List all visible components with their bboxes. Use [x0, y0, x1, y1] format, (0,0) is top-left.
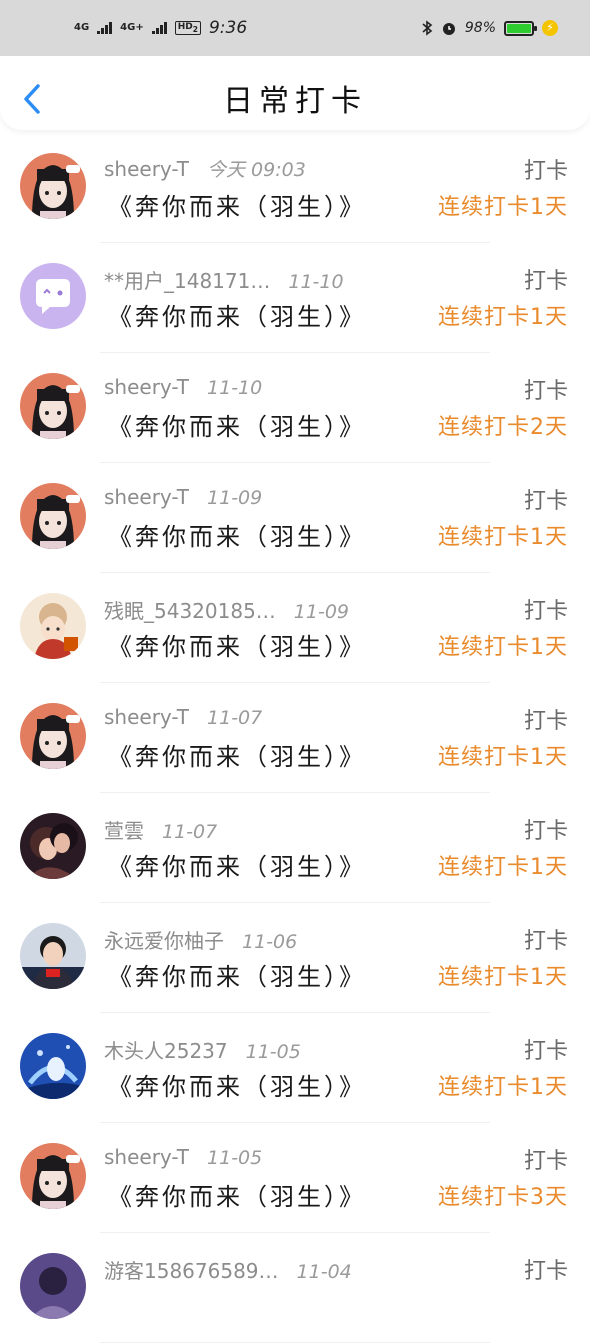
avatar[interactable] — [20, 1253, 86, 1319]
streak-label: 连续打卡1天 — [438, 305, 568, 330]
user-meta: sheery-T 11-09 — [104, 485, 262, 509]
signal-label-1: 4G — [74, 22, 90, 33]
checkin-type: 打卡 — [523, 159, 568, 184]
alarm-icon — [442, 23, 455, 35]
username[interactable]: sheery-T — [104, 485, 189, 509]
bluetooth-icon — [422, 20, 433, 36]
user-meta: sheery-T 11-07 — [104, 705, 262, 729]
checkin-date: 11-09 — [293, 601, 350, 623]
avatar[interactable] — [20, 923, 86, 989]
streak-label: 连续打卡1天 — [438, 745, 568, 770]
page-title: 日常打卡 — [223, 84, 367, 119]
checkin-date: 11-07 — [207, 707, 263, 729]
battery-icon — [504, 20, 537, 36]
streak-label: 连续打卡2天 — [438, 415, 568, 440]
user-meta: sheery-T 今天 09:03 — [104, 155, 306, 182]
checkin-row[interactable]: sheery-T 11-09 《奔你而来（羽生）》 打卡连续打卡1天 — [0, 463, 590, 573]
checkin-date: 11-07 — [162, 821, 218, 843]
song-title[interactable]: 《奔你而来（羽生）》 — [108, 627, 366, 662]
username[interactable]: 萱雲 — [104, 819, 144, 843]
checkin-row[interactable]: **用户_148171… 11-10 《奔你而来（羽生）》 打卡连续打卡1天 — [0, 243, 590, 353]
song-title[interactable]: 《奔你而来（羽生）》 — [108, 187, 366, 222]
song-title[interactable]: 《奔你而来（羽生）》 — [108, 517, 366, 552]
song-title[interactable]: 《奔你而来（羽生）》 — [108, 957, 366, 992]
checkin-type: 打卡 — [523, 1259, 568, 1284]
battery-percent: 98% — [464, 20, 496, 36]
streak-label: 连续打卡1天 — [438, 855, 568, 880]
signal-bars-icon — [151, 22, 167, 34]
checkin-row[interactable]: 游客158676589… 11-04 打卡 — [0, 1233, 590, 1343]
user-meta: 木头人25237 11-05 — [104, 1035, 301, 1064]
checkin-row[interactable]: sheery-T 今天 09:03 《奔你而来（羽生）》 打卡连续打卡1天 — [0, 133, 590, 243]
user-meta: 永远爱你柚子 11-06 — [104, 925, 297, 954]
username[interactable]: 木头人25237 — [104, 1039, 228, 1063]
song-title[interactable]: 《奔你而来（羽生）》 — [108, 737, 366, 772]
username[interactable]: 游客158676589… — [104, 1259, 279, 1283]
checkin-type: 打卡 — [523, 489, 568, 514]
username[interactable]: sheery-T — [104, 705, 189, 729]
checkin-type: 打卡 — [523, 929, 568, 954]
checkin-date: 11-10 — [207, 377, 263, 399]
checkin-row[interactable]: sheery-T 11-05 《奔你而来（羽生）》 打卡连续打卡3天 — [0, 1123, 590, 1233]
user-meta: **用户_148171… 11-10 — [104, 265, 344, 294]
user-meta: 残眠_54320185… 11-09 — [104, 595, 349, 624]
status-bar: 4G 4G+ HD2 9:36 98% ⚡ — [0, 0, 590, 56]
checkin-row[interactable]: 萱雲 11-07 《奔你而来（羽生）》 打卡连续打卡1天 — [0, 793, 590, 903]
song-title[interactable]: 《奔你而来（羽生）》 — [108, 1067, 366, 1102]
avatar[interactable] — [20, 263, 86, 329]
username[interactable]: sheery-T — [104, 1145, 189, 1169]
user-meta: sheery-T 11-05 — [104, 1145, 262, 1169]
checkin-row[interactable]: sheery-T 11-07 《奔你而来（羽生）》 打卡连续打卡1天 — [0, 683, 590, 793]
checkin-row[interactable]: sheery-T 11-10 《奔你而来（羽生）》 打卡连续打卡2天 — [0, 353, 590, 463]
checkin-date: 11-05 — [245, 1041, 301, 1063]
checkin-date: 11-09 — [207, 487, 263, 509]
username[interactable]: sheery-T — [104, 375, 189, 399]
signal-label-2: 4G+ — [120, 22, 144, 33]
streak-label: 连续打卡1天 — [438, 195, 568, 220]
checkin-row[interactable]: 永远爱你柚子 11-06 《奔你而来（羽生）》 打卡连续打卡1天 — [0, 903, 590, 1013]
checkin-type: 打卡 — [523, 379, 568, 404]
username[interactable]: sheery-T — [104, 157, 189, 181]
user-meta: sheery-T 11-10 — [104, 375, 262, 399]
streak-label: 连续打卡1天 — [438, 525, 568, 550]
header: 日常打卡 — [0, 56, 590, 130]
avatar[interactable] — [20, 593, 86, 659]
song-title[interactable]: 《奔你而来（羽生）》 — [108, 1177, 366, 1212]
checkin-type: 打卡 — [523, 599, 568, 624]
username[interactable]: 残眠_54320185… — [104, 599, 276, 623]
checkin-type: 打卡 — [523, 1149, 568, 1174]
checkin-row[interactable]: 残眠_54320185… 11-09 《奔你而来（羽生）》 打卡连续打卡1天 — [0, 573, 590, 683]
streak-label: 连续打卡1天 — [438, 965, 568, 990]
streak-label: 连续打卡3天 — [438, 1185, 568, 1210]
streak-label: 连续打卡1天 — [438, 1075, 568, 1100]
hd-icon: HD2 — [174, 21, 201, 35]
checkin-date: 今天 09:03 — [207, 159, 306, 181]
checkin-date: 11-06 — [242, 931, 298, 953]
avatar[interactable] — [20, 373, 86, 439]
avatar[interactable] — [20, 813, 86, 879]
username[interactable]: **用户_148171… — [104, 269, 270, 293]
username[interactable]: 永远爱你柚子 — [104, 929, 224, 953]
checkin-type: 打卡 — [523, 819, 568, 844]
clock: 9:36 — [208, 18, 248, 38]
avatar[interactable] — [20, 1143, 86, 1209]
avatar[interactable] — [20, 483, 86, 549]
avatar[interactable] — [20, 1033, 86, 1099]
song-title[interactable]: 《奔你而来（羽生）》 — [108, 407, 366, 442]
song-title[interactable]: 《奔你而来（羽生）》 — [108, 297, 366, 332]
checkin-row[interactable]: 木头人25237 11-05 《奔你而来（羽生）》 打卡连续打卡1天 — [0, 1013, 590, 1123]
streak-label: 连续打卡1天 — [438, 635, 568, 660]
checkin-date: 11-10 — [288, 271, 344, 293]
checkin-type: 打卡 — [523, 269, 568, 294]
signal-bars-icon — [97, 22, 113, 34]
charging-icon: ⚡ — [542, 20, 558, 36]
checkin-list: sheery-T 今天 09:03 《奔你而来（羽生）》 打卡 连续打卡1天 **用户_1… — [0, 133, 590, 1343]
avatar[interactable] — [20, 153, 86, 219]
user-meta: 萱雲 11-07 — [104, 815, 217, 844]
checkin-type: 打卡 — [523, 709, 568, 734]
avatar[interactable] — [20, 703, 86, 769]
checkin-type: 打卡 — [523, 1039, 568, 1064]
checkin-date: 11-05 — [207, 1147, 263, 1169]
song-title[interactable]: 《奔你而来（羽生）》 — [108, 847, 366, 882]
